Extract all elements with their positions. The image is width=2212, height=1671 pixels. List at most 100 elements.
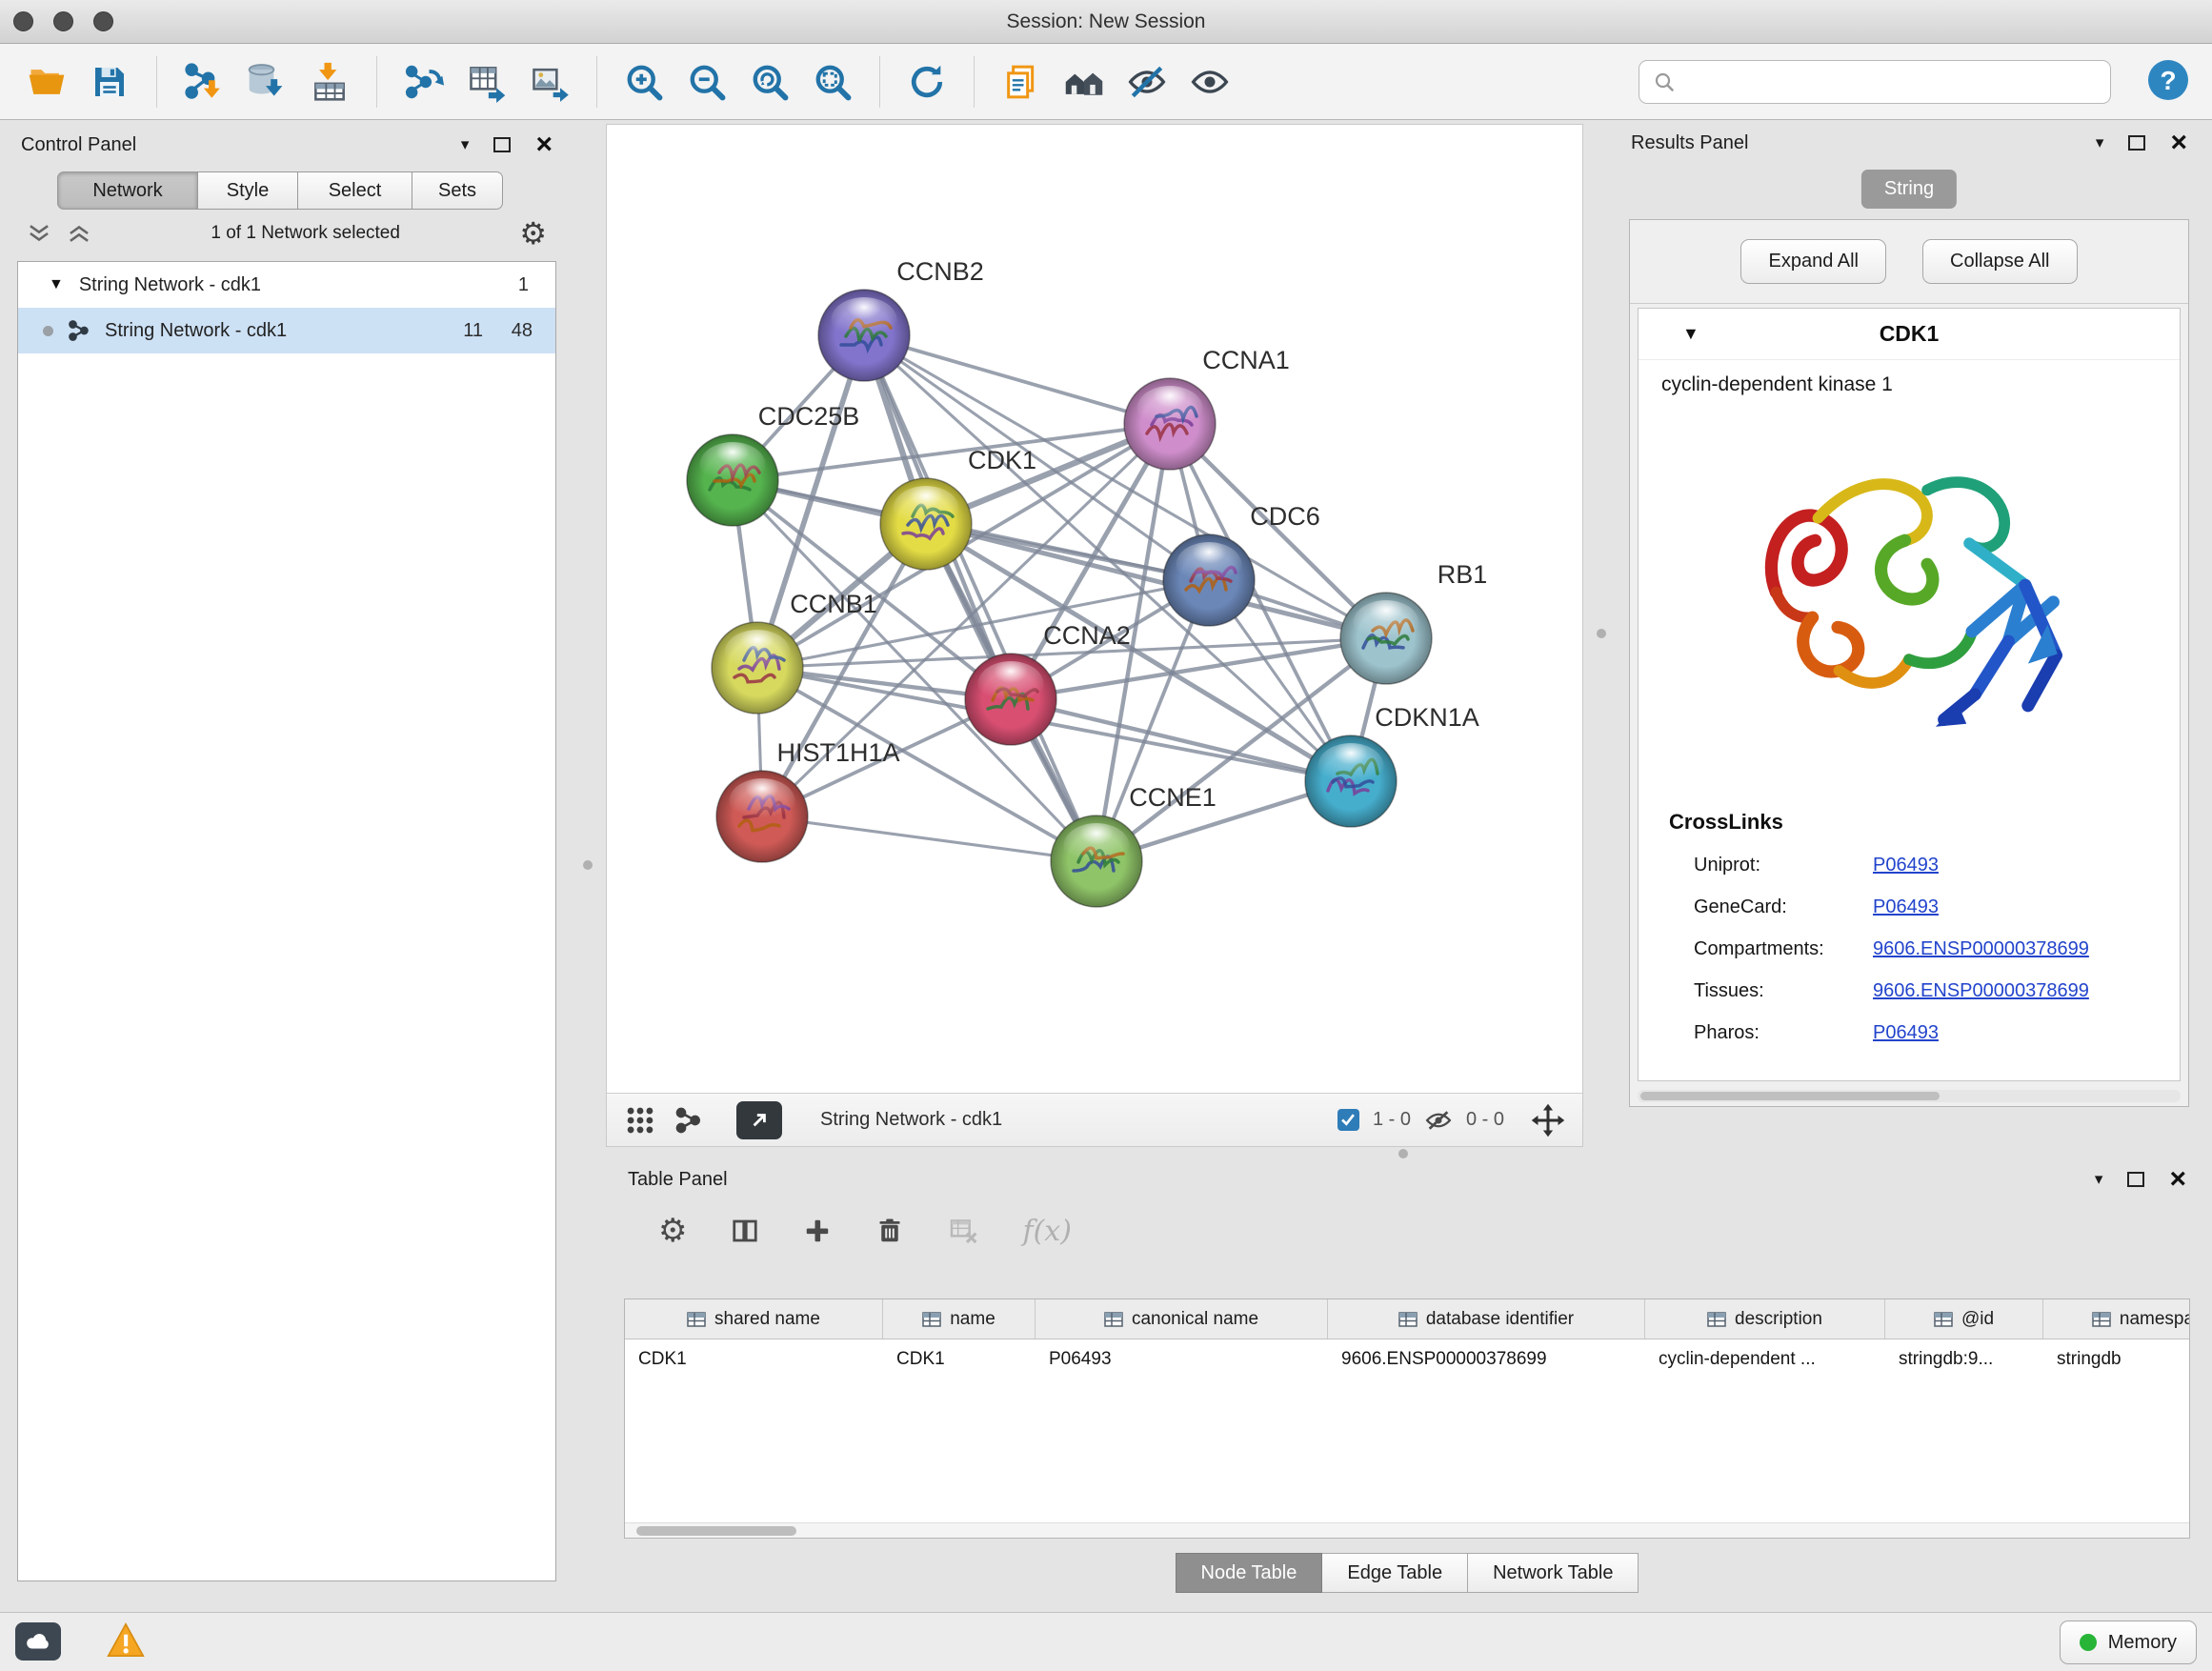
column-header-shared-name[interactable]: shared name — [625, 1299, 883, 1339]
tab-node-table[interactable]: Node Table — [1176, 1553, 1323, 1593]
crosslink-tissues-link[interactable]: 9606.ENSP00000378699 — [1873, 980, 2089, 1002]
crosslink-pharos-link[interactable]: P06493 — [1873, 1022, 1939, 1044]
select-columns-icon[interactable] — [731, 1217, 759, 1245]
protein-card-header[interactable]: ▼ CDK1 — [1639, 309, 2180, 360]
panel-collapse-icon[interactable]: ▾ — [461, 135, 470, 154]
export-image-button[interactable] — [524, 54, 575, 110]
session-home-button[interactable] — [1058, 54, 1110, 110]
network-node-CCNE1[interactable]: CCNE1 — [1051, 783, 1217, 907]
pan-mode-icon[interactable] — [1531, 1103, 1565, 1137]
collapse-all-networks-icon[interactable] — [27, 223, 51, 244]
network-node-HIST1H1A[interactable]: HIST1H1A — [716, 738, 900, 862]
import-network-file-button[interactable] — [178, 54, 230, 110]
show-graphics-details-button[interactable] — [1184, 54, 1236, 110]
grid-view-icon[interactable] — [624, 1104, 656, 1137]
table-row[interactable]: CDK1 CDK1 P06493 9606.ENSP00000378699 cy… — [625, 1339, 2189, 1379]
tab-edge-table[interactable]: Edge Table — [1322, 1553, 1468, 1593]
network-options-gear-icon[interactable]: ⚙ — [519, 218, 547, 249]
zoom-out-button[interactable] — [681, 54, 733, 110]
tab-network-table[interactable]: Network Table — [1468, 1553, 1639, 1593]
zoom-in-button[interactable] — [618, 54, 670, 110]
scrollbar-thumb[interactable] — [1640, 1092, 1940, 1100]
add-column-icon[interactable] — [803, 1217, 832, 1245]
protein-card: ▼ CDK1 cyclin-dependent kinase 1 — [1638, 308, 2181, 1081]
network-edge[interactable] — [762, 816, 1096, 861]
window-close-button[interactable] — [13, 11, 33, 31]
zoom-selected-button[interactable] — [807, 54, 858, 110]
network-view-share-icon[interactable] — [674, 1105, 704, 1136]
tab-select[interactable]: Select — [298, 171, 412, 210]
window-minimize-button[interactable] — [53, 11, 73, 31]
column-header-database-identifier[interactable]: database identifier — [1328, 1299, 1645, 1339]
panel-collapse-icon[interactable]: ▾ — [2095, 1170, 2103, 1189]
results-scrollbar[interactable] — [1638, 1090, 2181, 1102]
splitter-handle-horizontal[interactable] — [1398, 1149, 1408, 1158]
tab-sets[interactable]: Sets — [412, 171, 503, 210]
search-box[interactable] — [1639, 60, 2111, 104]
window-zoom-button[interactable] — [93, 11, 113, 31]
crosslink-genecard-link[interactable]: P06493 — [1873, 896, 1939, 918]
export-table-button[interactable] — [461, 54, 513, 110]
panel-float-icon[interactable] — [493, 137, 511, 152]
warning-button[interactable] — [107, 1622, 145, 1661]
open-session-button[interactable] — [21, 54, 72, 110]
network-row-selected[interactable]: String Network - cdk1 11 48 — [18, 308, 555, 353]
import-network-icon — [183, 61, 225, 103]
splitter-handle-vertical[interactable] — [1597, 629, 1606, 638]
tree-collapse-icon[interactable]: ▼ — [49, 276, 64, 293]
toolbar-separator — [156, 56, 157, 108]
hide-selected-button[interactable] — [1121, 54, 1173, 110]
expand-all-button[interactable]: Expand All — [1740, 239, 1886, 284]
refresh-button[interactable] — [901, 54, 953, 110]
search-input[interactable] — [1685, 70, 2097, 92]
network-edge[interactable] — [1011, 699, 1351, 781]
panel-close-icon[interactable]: × — [2170, 129, 2187, 157]
collapse-all-button[interactable]: Collapse All — [1922, 239, 2078, 284]
network-node-RB1[interactable]: RB1 — [1340, 560, 1487, 684]
export-network-button[interactable] — [398, 54, 450, 110]
import-table-button[interactable] — [304, 54, 355, 110]
panel-close-icon[interactable]: × — [535, 131, 553, 159]
network-edge[interactable] — [864, 335, 1170, 424]
network-graph[interactable]: CCNB2CCNA1CDC25BCDK1CDC6RB1CCNB1CCNA2CDK… — [607, 125, 1582, 1093]
delete-column-trash-icon[interactable] — [875, 1217, 904, 1245]
table-horizontal-scrollbar[interactable] — [625, 1522, 2189, 1538]
cloud-button[interactable] — [15, 1622, 61, 1661]
selected-checkbox-icon[interactable] — [1337, 1109, 1359, 1131]
help-button[interactable]: ? — [2145, 57, 2191, 106]
crosslink-compartments-link[interactable]: 9606.ENSP00000378699 — [1873, 938, 2089, 960]
crosslink-uniprot-link[interactable]: P06493 — [1873, 855, 1939, 876]
protein-collapse-icon[interactable]: ▼ — [1682, 324, 1699, 344]
panel-collapse-icon[interactable]: ▾ — [2096, 133, 2104, 152]
column-header-description[interactable]: description — [1645, 1299, 1885, 1339]
column-header-canonical-name[interactable]: canonical name — [1036, 1299, 1328, 1339]
network-node-CDC25B[interactable]: CDC25B — [687, 402, 859, 526]
network-node-CDKN1A[interactable]: CDKN1A — [1305, 703, 1479, 827]
string-results-tab[interactable]: String — [1861, 170, 1957, 209]
save-session-button[interactable] — [84, 54, 135, 110]
column-header-name[interactable]: name — [883, 1299, 1036, 1339]
function-builder-icon-disabled[interactable]: f(x) — [1022, 1215, 1071, 1248]
panel-float-icon[interactable] — [2128, 135, 2145, 151]
zoom-fit-button[interactable] — [744, 54, 795, 110]
memory-button[interactable]: Memory — [2060, 1621, 2197, 1664]
network-canvas[interactable]: CCNB2CCNA1CDC25BCDK1CDC6RB1CCNB1CCNA2CDK… — [607, 125, 1582, 1093]
detach-view-button[interactable] — [736, 1101, 782, 1139]
import-network-database-button[interactable] — [241, 54, 292, 110]
splitter-handle-vertical[interactable] — [583, 860, 593, 870]
network-node-CCNA1[interactable]: CCNA1 — [1124, 346, 1290, 470]
tab-network[interactable]: Network — [57, 171, 198, 210]
tab-style[interactable]: Style — [198, 171, 298, 210]
delete-table-icon-disabled[interactable] — [948, 1216, 978, 1246]
scrollbar-thumb[interactable] — [636, 1526, 796, 1536]
network-edge[interactable] — [864, 335, 1096, 861]
panel-float-icon[interactable] — [2127, 1172, 2144, 1187]
panel-close-icon[interactable]: × — [2169, 1165, 2186, 1194]
protein-structure-image — [1733, 417, 2085, 760]
network-collection-row[interactable]: ▼ String Network - cdk1 1 — [18, 262, 555, 308]
expand-all-networks-icon[interactable] — [67, 223, 91, 244]
table-settings-gear-icon[interactable]: ⚙ — [658, 1212, 687, 1250]
column-header-id[interactable]: @id — [1885, 1299, 2043, 1339]
clone-network-button[interactable] — [995, 54, 1047, 110]
column-header-namespace[interactable]: namespace — [2043, 1299, 2190, 1339]
